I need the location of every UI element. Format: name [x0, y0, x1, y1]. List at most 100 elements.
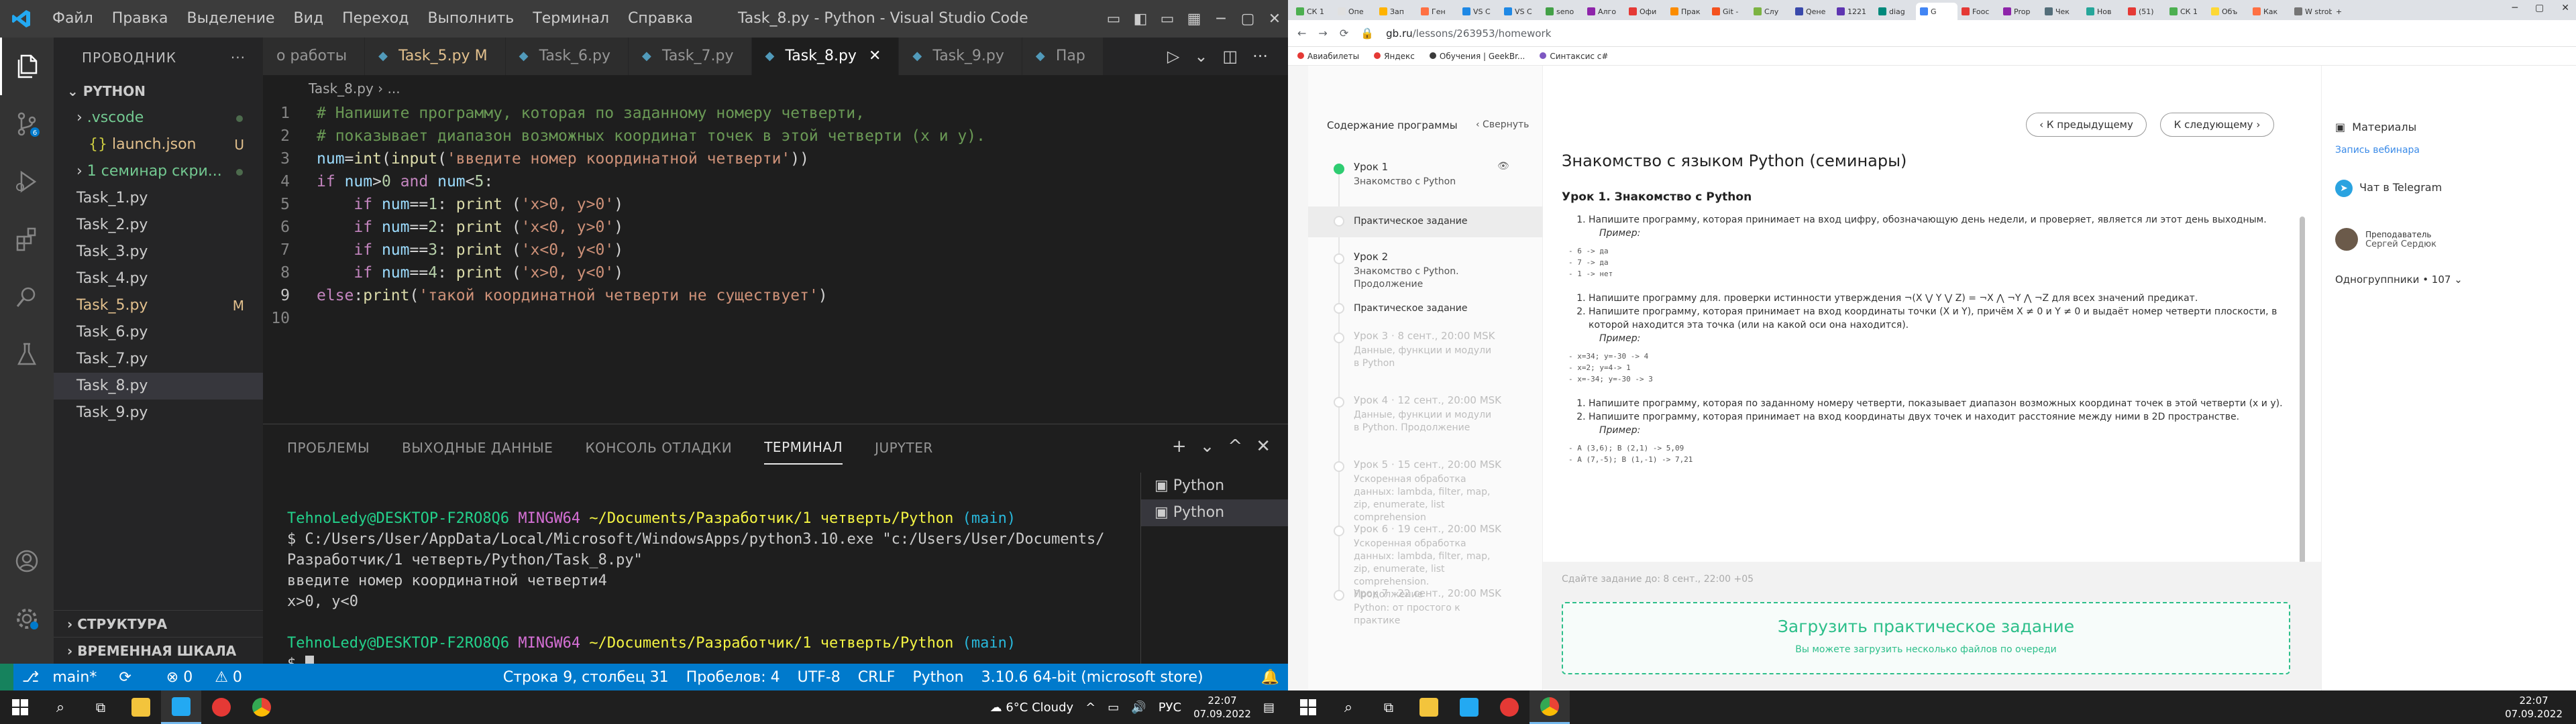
recording-link[interactable]: Запись вебинара [2335, 145, 2420, 156]
close-icon[interactable]: ✕ [1261, 11, 1288, 27]
browser-tab[interactable]: (51) [2124, 3, 2165, 20]
forward-icon[interactable]: → [1318, 27, 1327, 40]
browser-tab[interactable]: G [1916, 3, 1957, 20]
run-debug-icon[interactable] [0, 153, 54, 210]
browser-tab[interactable]: diag [1874, 3, 1916, 20]
file-tree-item[interactable]: Task_6.py [54, 319, 263, 346]
file-tree-item[interactable]: Task_7.py [54, 346, 263, 373]
browser-tab[interactable]: VS C [1458, 3, 1500, 20]
extensions-icon[interactable] [0, 210, 54, 268]
branch-status[interactable]: ⎇ main* ⟳ [13, 669, 149, 686]
editor-tab[interactable]: ◆ Task_6.py [505, 38, 629, 75]
layout-icon[interactable]: ▭ [1100, 11, 1127, 27]
file-explorer-icon[interactable] [1409, 690, 1449, 724]
editor-tab[interactable]: ◆ Task_9.py [899, 38, 1022, 75]
upload-dropzone[interactable]: Загрузить практическое задание Вы можете… [1562, 602, 2290, 674]
browser-tab[interactable]: Как [2249, 3, 2290, 20]
browser-tab[interactable]: Qене [1791, 3, 1833, 20]
bookmark-item[interactable]: Синтаксис c# [1540, 52, 1608, 61]
prev-lesson-button[interactable]: ‹ К предыдущему [2026, 113, 2147, 137]
menu-item[interactable]: Выделение [178, 0, 284, 38]
close-icon[interactable]: ✕ [1256, 436, 1271, 457]
telegram-item[interactable]: ➤ Чат в Telegram [2335, 180, 2442, 197]
scrollbar[interactable] [2300, 217, 2305, 605]
menu-item[interactable]: Терминал [523, 0, 619, 38]
browser-tab[interactable]: Git - [1708, 3, 1750, 20]
menu-item[interactable]: Выполнить [418, 0, 523, 38]
lock-icon[interactable]: 🔒 [1360, 27, 1374, 40]
file-explorer-icon[interactable] [121, 690, 161, 724]
file-tree-item[interactable]: Task_3.py [54, 239, 263, 265]
settings-gear-icon[interactable] [0, 590, 54, 648]
minimize-icon[interactable]: ─ [1208, 11, 1234, 27]
file-tree-item[interactable]: Task_9.py [54, 400, 263, 426]
indentation[interactable]: Пробелов: 4 [678, 669, 789, 686]
problems-status[interactable]: ⊗ 0 ⚠ 0 [149, 669, 260, 686]
encoding[interactable]: UTF-8 [789, 669, 849, 686]
layout-icon[interactable]: ▭ [1154, 11, 1181, 27]
collapse-button[interactable]: ‹ Свернуть [1476, 119, 1529, 130]
file-tree-item[interactable]: Task_5.py M [54, 292, 263, 319]
panel-tab[interactable]: КОНСОЛЬ ОТЛАДКИ [585, 432, 732, 464]
search-icon[interactable]: ⌕ [40, 690, 80, 724]
bookmark-item[interactable]: Авиабилеты [1297, 52, 1359, 61]
browser-tab[interactable]: Прак [1666, 3, 1708, 20]
account-icon[interactable] [0, 532, 54, 590]
yandex-browser-icon[interactable] [201, 690, 241, 724]
weather-widget[interactable]: ☁ 6°C Cloudy [990, 701, 1074, 715]
clock[interactable]: 22:07 07.09.2022 [1193, 694, 1251, 721]
menu-item[interactable]: Правка [103, 0, 178, 38]
interpreter[interactable]: 3.10.6 64-bit (microsoft store) [973, 669, 1212, 686]
editor-tab[interactable]: ◆ Пар [1022, 38, 1104, 75]
editor-tab[interactable]: ◆ Task_7.py [629, 38, 752, 75]
browser-tab[interactable]: СК 1 [2165, 3, 2207, 20]
browser-tab[interactable]: seno [1542, 3, 1583, 20]
layout-icon[interactable]: ◧ [1127, 11, 1154, 27]
editor-tab[interactable]: о работы [263, 38, 366, 75]
eol[interactable]: CRLF [849, 669, 904, 686]
editor-tab[interactable]: ◆ Task_5.py M [365, 38, 506, 75]
browser-tab[interactable]: СК 1 [1292, 3, 1334, 20]
browser-tab[interactable]: Алго [1583, 3, 1625, 20]
browser-tab[interactable]: Опе [1334, 3, 1375, 20]
browser-tab[interactable]: Слу [1750, 3, 1791, 20]
vscode-taskbar-icon[interactable] [1449, 690, 1489, 724]
timeline-section[interactable]: › ВРЕМЕННАЯ ШКАЛА [54, 637, 263, 664]
browser-tab[interactable]: W strob [2290, 3, 2332, 20]
chevron-down-icon[interactable]: ⌄ [1200, 436, 1215, 457]
file-tree-item[interactable]: Task_2.py [54, 212, 263, 239]
file-tree-item[interactable]: Task_1.py [54, 185, 263, 212]
run-icon[interactable]: ▷ [1167, 47, 1179, 66]
more-actions-icon[interactable]: ··· [1252, 47, 1268, 66]
layout-icon[interactable]: ▦ [1181, 11, 1208, 27]
notifications-icon[interactable]: ▤ [1263, 701, 1275, 715]
vscode-taskbar-icon[interactable] [161, 690, 201, 724]
close-icon[interactable]: ✕ [2561, 3, 2569, 13]
next-lesson-button[interactable]: К следующему › [2160, 113, 2274, 137]
chevron-down-icon[interactable]: ⌄ [1194, 47, 1208, 66]
teacher-card[interactable]: Преподаватель Сергей Сердюк [2335, 228, 2436, 251]
maximize-panel-icon[interactable]: ^ [1228, 436, 1242, 457]
browser-tab[interactable]: Prop [1999, 3, 2041, 20]
search-icon[interactable] [0, 268, 54, 326]
browser-tab[interactable]: 1221 [1833, 3, 1874, 20]
browser-tab[interactable]: Fooc [1957, 3, 1999, 20]
testing-icon[interactable] [0, 326, 54, 383]
maximize-icon[interactable]: ▢ [1234, 11, 1261, 27]
language-mode[interactable]: Python [904, 669, 972, 686]
yandex-browser-icon[interactable] [1489, 690, 1529, 724]
panel-tab[interactable]: ВЫХОДНЫЕ ДАННЫЕ [402, 432, 553, 464]
browser-tab[interactable]: Ген [1417, 3, 1458, 20]
terminal-list-item[interactable]: ▣ Python [1141, 499, 1288, 526]
network-icon[interactable]: ▭ [1108, 701, 1119, 715]
explorer-icon[interactable] [0, 38, 54, 95]
reload-icon[interactable]: ⟳ [1340, 27, 1348, 40]
file-tree-item[interactable]: › .vscode [54, 105, 263, 131]
cursor-position[interactable]: Строка 9, столбец 31 [494, 669, 678, 686]
file-tree-item[interactable]: › 1 семинар скри... [54, 158, 263, 185]
notifications-icon[interactable]: 🔔 [1252, 669, 1288, 686]
code-editor[interactable]: 1 # Напишите программу, которая по заданн… [263, 102, 1288, 424]
menu-item[interactable]: Вид [284, 0, 333, 38]
menu-item[interactable]: Переход [333, 0, 418, 38]
task-view-icon[interactable]: ⧉ [1368, 690, 1409, 724]
